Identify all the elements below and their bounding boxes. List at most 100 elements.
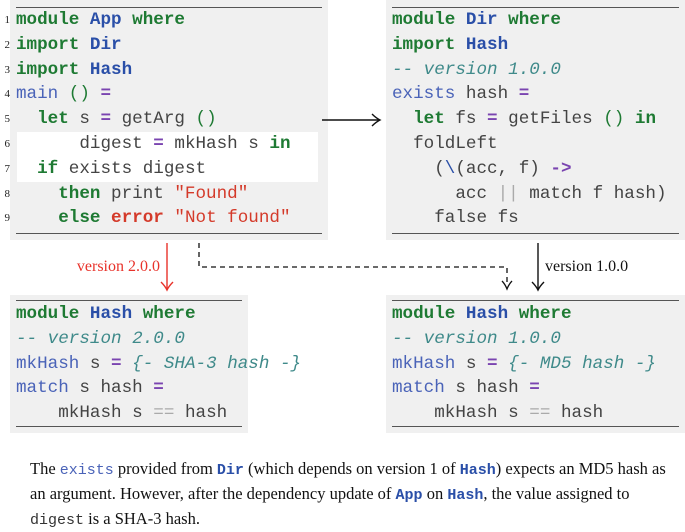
caption-code: digest <box>30 512 85 529</box>
code-token: digest <box>16 133 154 154</box>
code-block-hash-v1: module Hash where -- version 1.0.0 mkHash … <box>386 295 685 433</box>
line-number: 5 <box>4 113 11 126</box>
code-line: -- version 1.0.0 <box>392 58 667 83</box>
code-line: 6 digest = mkHash s in <box>5 132 291 157</box>
code-line: (\(acc, f) -> <box>392 157 667 182</box>
code-token: s <box>455 353 488 374</box>
code-token: () <box>603 109 625 130</box>
code-token: == <box>153 403 175 424</box>
code-line: module Dir where <box>392 8 667 33</box>
code-token: getArg <box>111 109 196 130</box>
code-token: module <box>392 304 456 324</box>
code-token: then <box>58 183 101 204</box>
bottom-rule <box>392 233 679 234</box>
arrow-dir-to-hash-v1 <box>531 243 545 292</box>
caption-code: exists <box>59 462 114 479</box>
code-line: module Hash where <box>16 302 301 327</box>
code-token: Hash <box>89 59 133 80</box>
code-token: Dir <box>89 34 122 55</box>
code-token: mkHash s <box>392 403 530 424</box>
code-token: in <box>634 109 657 130</box>
code-token: -- version 2.0.0 <box>16 328 185 349</box>
dashed-arrow-to-hash-v1 <box>198 243 508 285</box>
code-line: match s hash = <box>392 376 656 401</box>
code-token: hash <box>550 403 604 424</box>
line-number: 9 <box>4 212 11 225</box>
code-token: () <box>68 84 90 105</box>
code-block-dir: module Dir where import Hash -- version 1.… <box>386 0 685 240</box>
code-token: getFiles <box>497 109 604 130</box>
bottom-rule <box>392 426 679 427</box>
code-token: = <box>153 378 164 399</box>
line-number: 8 <box>4 187 11 200</box>
code-line: import Hash <box>392 33 667 58</box>
code-line: 3 import Hash <box>5 58 291 83</box>
code-line: mkHash s = {- MD5 hash -} <box>392 352 656 377</box>
code-token: import <box>392 34 456 55</box>
caption-code: Dir <box>216 462 244 479</box>
code-line: 2 import Dir <box>5 33 291 58</box>
code-token: -- version 1.0.0 <box>392 59 561 80</box>
top-rule <box>392 300 679 301</box>
code-token: Hash <box>465 304 509 324</box>
code-token: mkHash s <box>163 133 270 154</box>
code-line: mkHash s == hash <box>392 401 656 426</box>
code-token: fs <box>444 109 488 130</box>
caption-code: App <box>395 487 423 504</box>
bottom-rule <box>16 233 322 234</box>
code-token: false fs <box>392 208 519 229</box>
figure-caption: The exists provided from Dir (which depe… <box>30 457 670 532</box>
code-token: {- SHA-3 hash -} <box>132 353 302 374</box>
code-lines: module Hash where -- version 1.0.0 mkHash … <box>392 302 656 426</box>
line-number: 2 <box>4 38 11 51</box>
caption-text: is a SHA-3 hash. <box>84 509 200 528</box>
code-block-app: 1 module App where 2 import Dir 3 import Hash… <box>5 0 328 240</box>
code-token: s <box>68 109 101 130</box>
code-token: let <box>37 109 69 130</box>
code-line: module Hash where <box>392 302 656 327</box>
code-token: = <box>518 84 530 105</box>
code-token: where <box>132 10 185 30</box>
code-token: = <box>153 133 164 154</box>
code-line: -- version 2.0.0 <box>16 327 301 352</box>
code-line: let fs = getFiles () in <box>392 107 667 132</box>
caption-code: Hash <box>459 462 496 479</box>
code-lines: module Hash where -- version 2.0.0 mkHash … <box>16 302 301 426</box>
code-token: match f hash) <box>518 183 667 204</box>
code-line: foldLeft <box>392 132 667 157</box>
code-token: App <box>89 10 122 30</box>
code-line: match s hash = <box>16 376 301 401</box>
code-token: mkHash s <box>16 403 154 424</box>
label-version-2: version 2.0.0 <box>76 258 160 275</box>
code-token: let <box>413 109 445 130</box>
code-line: false fs <box>392 206 667 231</box>
code-token: "Not found" <box>174 208 291 229</box>
caption-code: Hash <box>447 487 484 504</box>
caption-text: on <box>422 484 448 503</box>
arrow-app-to-hash-v2 <box>160 243 174 292</box>
code-token: in <box>269 133 291 154</box>
code-token: hash <box>455 84 519 105</box>
code-line: 1 module App where <box>5 8 291 33</box>
code-token: error <box>111 208 164 229</box>
dashed-arrow-head <box>501 280 513 291</box>
code-token: \ <box>444 158 456 179</box>
code-token: s hash <box>444 378 530 399</box>
code-token: = <box>487 353 498 374</box>
code-token: module <box>16 304 80 324</box>
code-token: || <box>497 183 519 204</box>
